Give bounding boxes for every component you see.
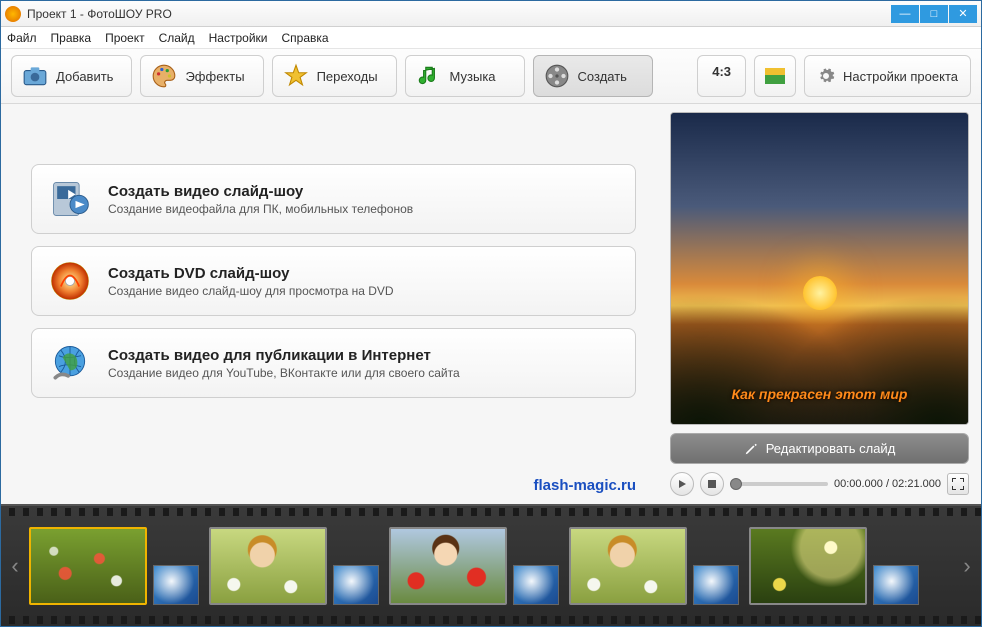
reel-icon (544, 63, 570, 89)
tab-create[interactable]: Создать (533, 55, 653, 97)
slide-group: 1310.02.0 (29, 527, 199, 605)
slide-thumbnail[interactable]: 1514.0 (389, 527, 507, 605)
option-create-internet[interactable]: Создать видео для публикации в Интернет … (31, 328, 636, 398)
option-desc: Создание видео для YouTube, ВКонтакте ил… (108, 366, 460, 380)
star-icon (283, 63, 309, 89)
app-icon (5, 6, 21, 22)
tab-music[interactable]: Музыка (405, 55, 525, 97)
tab-effects-label: Эффекты (185, 69, 244, 84)
transition-thumbnail[interactable]: 7.0 (513, 565, 559, 605)
tab-transitions-label: Переходы (317, 69, 378, 84)
option-title: Создать DVD слайд-шоу (108, 265, 394, 282)
picture-icon (765, 68, 785, 84)
dvd-icon (48, 259, 92, 303)
camera-icon (22, 63, 48, 89)
timeline-scroll-right[interactable]: › (957, 553, 977, 579)
create-options-panel: Создать видео слайд-шоу Создание видеофа… (1, 104, 666, 504)
fullscreen-button[interactable] (947, 473, 969, 495)
preview-panel: Как прекрасен этот мир Редактировать сла… (666, 104, 981, 504)
music-icon (416, 63, 442, 89)
option-title: Создать видео слайд-шоу (108, 183, 413, 200)
option-desc: Создание видео слайд-шоу для просмотра н… (108, 284, 394, 298)
tab-add[interactable]: Добавить (11, 55, 132, 97)
option-title: Создать видео для публикации в Интернет (108, 347, 460, 364)
pencil-icon (744, 442, 758, 456)
edit-slide-label: Редактировать слайд (766, 441, 896, 456)
slide-thumbnail[interactable]: 1612.0 (569, 527, 687, 605)
edit-slide-button[interactable]: Редактировать слайд (670, 433, 969, 464)
seek-bar[interactable] (730, 482, 828, 486)
project-settings-label: Настройки проекта (843, 69, 958, 84)
menu-slide[interactable]: Слайд (159, 31, 195, 45)
slide-group: 1612.05.0 (569, 527, 739, 605)
timeline-track[interactable]: 1310.02.01413.07.01514.07.01612.05.01710… (29, 527, 953, 605)
seek-thumb[interactable] (730, 478, 742, 490)
menubar: Файл Правка Проект Слайд Настройки Справ… (1, 27, 981, 49)
tab-create-label: Создать (578, 69, 627, 84)
play-button[interactable] (670, 472, 694, 496)
option-create-dvd[interactable]: Создать DVD слайд-шоу Создание видео сла… (31, 246, 636, 316)
window-title: Проект 1 - ФотоШОУ PRO (27, 7, 890, 21)
aspect-ratio-button[interactable]: 4:3 (697, 55, 746, 97)
toolbar: Добавить Эффекты Переходы Музыка Создать (1, 49, 981, 104)
slide-thumbnail[interactable]: 1310.0 (29, 527, 147, 605)
fullscreen-icon (952, 478, 964, 490)
stop-button[interactable] (700, 472, 724, 496)
slide-thumbnail[interactable]: 1710.0 (749, 527, 867, 605)
play-icon (677, 479, 687, 489)
menu-file[interactable]: Файл (7, 31, 37, 45)
close-button[interactable]: ✕ (949, 5, 977, 23)
transition-thumbnail[interactable]: 5.0 (693, 565, 739, 605)
slide-caption: Как прекрасен этот мир (671, 386, 968, 402)
stop-icon (708, 480, 716, 488)
tab-effects[interactable]: Эффекты (140, 55, 263, 97)
titlebar: Проект 1 - ФотоШОУ PRO — □ ✕ (1, 1, 981, 27)
transition-thumbnail[interactable]: 2.0 (153, 565, 199, 605)
tab-music-label: Музыка (450, 69, 496, 84)
time-display: 00:00.000 / 02:21.000 (834, 478, 941, 490)
video-file-icon (48, 177, 92, 221)
palette-icon (151, 63, 177, 89)
menu-help[interactable]: Справка (281, 31, 328, 45)
minimize-button[interactable]: — (891, 5, 919, 23)
slide-group: 1514.07.0 (389, 527, 559, 605)
transition-thumbnail[interactable]: 5.0 (873, 565, 919, 605)
background-button[interactable] (754, 55, 796, 97)
menu-project[interactable]: Проект (105, 31, 145, 45)
transition-thumbnail[interactable]: 7.0 (333, 565, 379, 605)
player-controls: 00:00.000 / 02:21.000 (670, 472, 969, 496)
slide-group: 1413.07.0 (209, 527, 379, 605)
content-area: Создать видео слайд-шоу Создание видеофа… (1, 104, 981, 504)
maximize-button[interactable]: □ (920, 5, 948, 23)
option-desc: Создание видеофайла для ПК, мобильных те… (108, 202, 413, 216)
slide-group: 1710.05.0 (749, 527, 919, 605)
menu-settings[interactable]: Настройки (209, 31, 268, 45)
slide-thumbnail[interactable]: 1413.0 (209, 527, 327, 605)
menu-edit[interactable]: Правка (51, 31, 92, 45)
tab-transitions[interactable]: Переходы (272, 55, 397, 97)
globe-icon (48, 341, 92, 385)
option-create-video[interactable]: Создать видео слайд-шоу Создание видеофа… (31, 164, 636, 234)
app-window: Проект 1 - ФотоШОУ PRO — □ ✕ Файл Правка… (0, 0, 982, 627)
timeline-scroll-left[interactable]: ‹ (5, 553, 25, 579)
timeline: ‹ 1310.02.01413.07.01514.07.01612.05.017… (1, 504, 981, 626)
project-settings-button[interactable]: Настройки проекта (804, 55, 971, 97)
gear-icon (817, 67, 835, 85)
tab-add-label: Добавить (56, 69, 113, 84)
watermark-text: flash-magic.ru (533, 477, 636, 494)
preview-viewport[interactable]: Как прекрасен этот мир (670, 112, 969, 425)
